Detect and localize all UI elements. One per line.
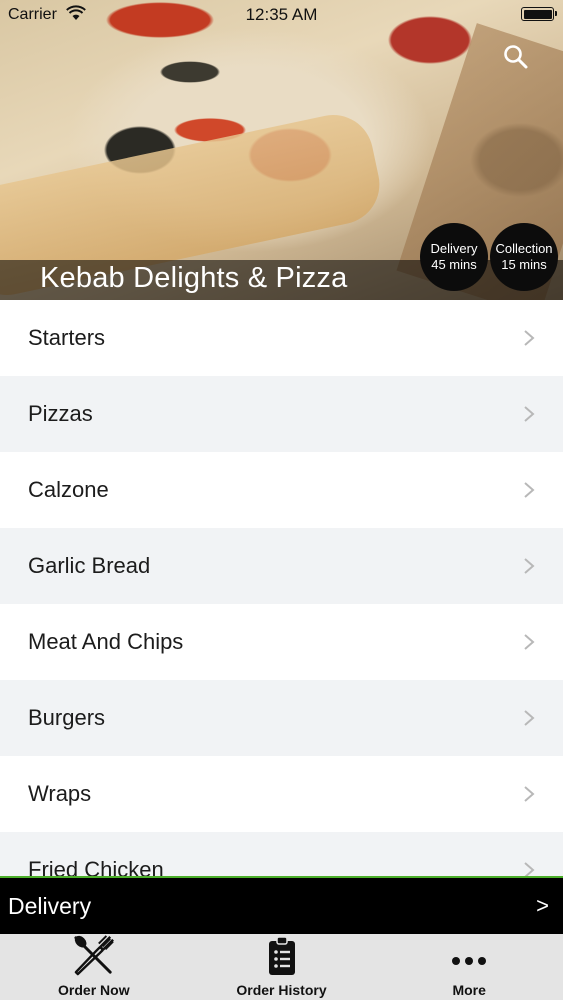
collection-badge-time: 15 mins [501,257,547,272]
tab-more-label: More [452,982,486,998]
category-label: Garlic Bread [28,553,151,578]
category-list[interactable]: Starters Pizzas Calzone Garlic Bread Meat An… [0,300,563,876]
chevron-right-icon [524,710,535,726]
category-row[interactable]: Burgers [0,680,563,756]
category-row[interactable]: Starters [0,300,563,376]
status-bar: Carrier 12:35 AM [0,0,563,30]
delivery-arrow-icon: > [536,893,549,918]
tab-order-now-label: Order Now [58,982,130,998]
category-label: Wraps [28,781,92,806]
tab-order-history-label: Order History [236,982,327,998]
fork-knife-icon [74,935,114,976]
chevron-right-icon [524,330,535,346]
category-row[interactable]: Calzone [0,452,563,528]
restaurant-hero-image: Kebab Delights & Pizza Delivery 45 mins … [0,0,563,300]
category-label: Fried Chicken [28,857,164,876]
chevron-right-icon [524,862,535,876]
tab-bar: Order Now Order History More [0,934,563,1000]
status-time: 12:35 AM [245,5,318,24]
delivery-badge-label: Delivery [430,241,478,256]
category-label: Meat And Chips [28,629,184,654]
restaurant-name: Kebab Delights & Pizza [40,262,348,294]
chevron-right-icon [524,406,535,422]
tab-order-history[interactable]: Order History [188,934,376,1000]
chevron-right-icon [524,558,535,574]
collection-time-badge: Collection 15 mins [490,223,558,291]
chevron-right-icon [524,786,535,802]
delivery-mode-label: Delivery [8,892,92,919]
category-row[interactable]: Wraps [0,756,563,832]
category-row[interactable]: Garlic Bread [0,528,563,604]
battery-icon [521,7,557,21]
category-row[interactable]: Meat And Chips [0,604,563,680]
search-icon[interactable] [503,44,529,70]
chevron-right-icon [524,634,535,650]
category-label: Burgers [28,705,106,730]
category-row[interactable]: Pizzas [0,376,563,452]
chevron-right-icon [524,482,535,498]
delivery-mode-bar[interactable]: Delivery > [0,876,563,934]
clipboard-list-icon [268,936,295,975]
tab-order-now[interactable]: Order Now [0,934,188,1000]
collection-badge-label: Collection [495,241,553,256]
more-dots-icon [452,957,487,965]
category-label: Starters [28,325,106,350]
delivery-badge-time: 45 mins [431,257,477,272]
tab-more[interactable]: More [375,934,563,1000]
category-label: Pizzas [28,401,93,426]
category-label: Calzone [28,477,109,502]
category-row[interactable]: Fried Chicken [0,832,563,876]
delivery-time-badge: Delivery 45 mins [420,223,488,291]
